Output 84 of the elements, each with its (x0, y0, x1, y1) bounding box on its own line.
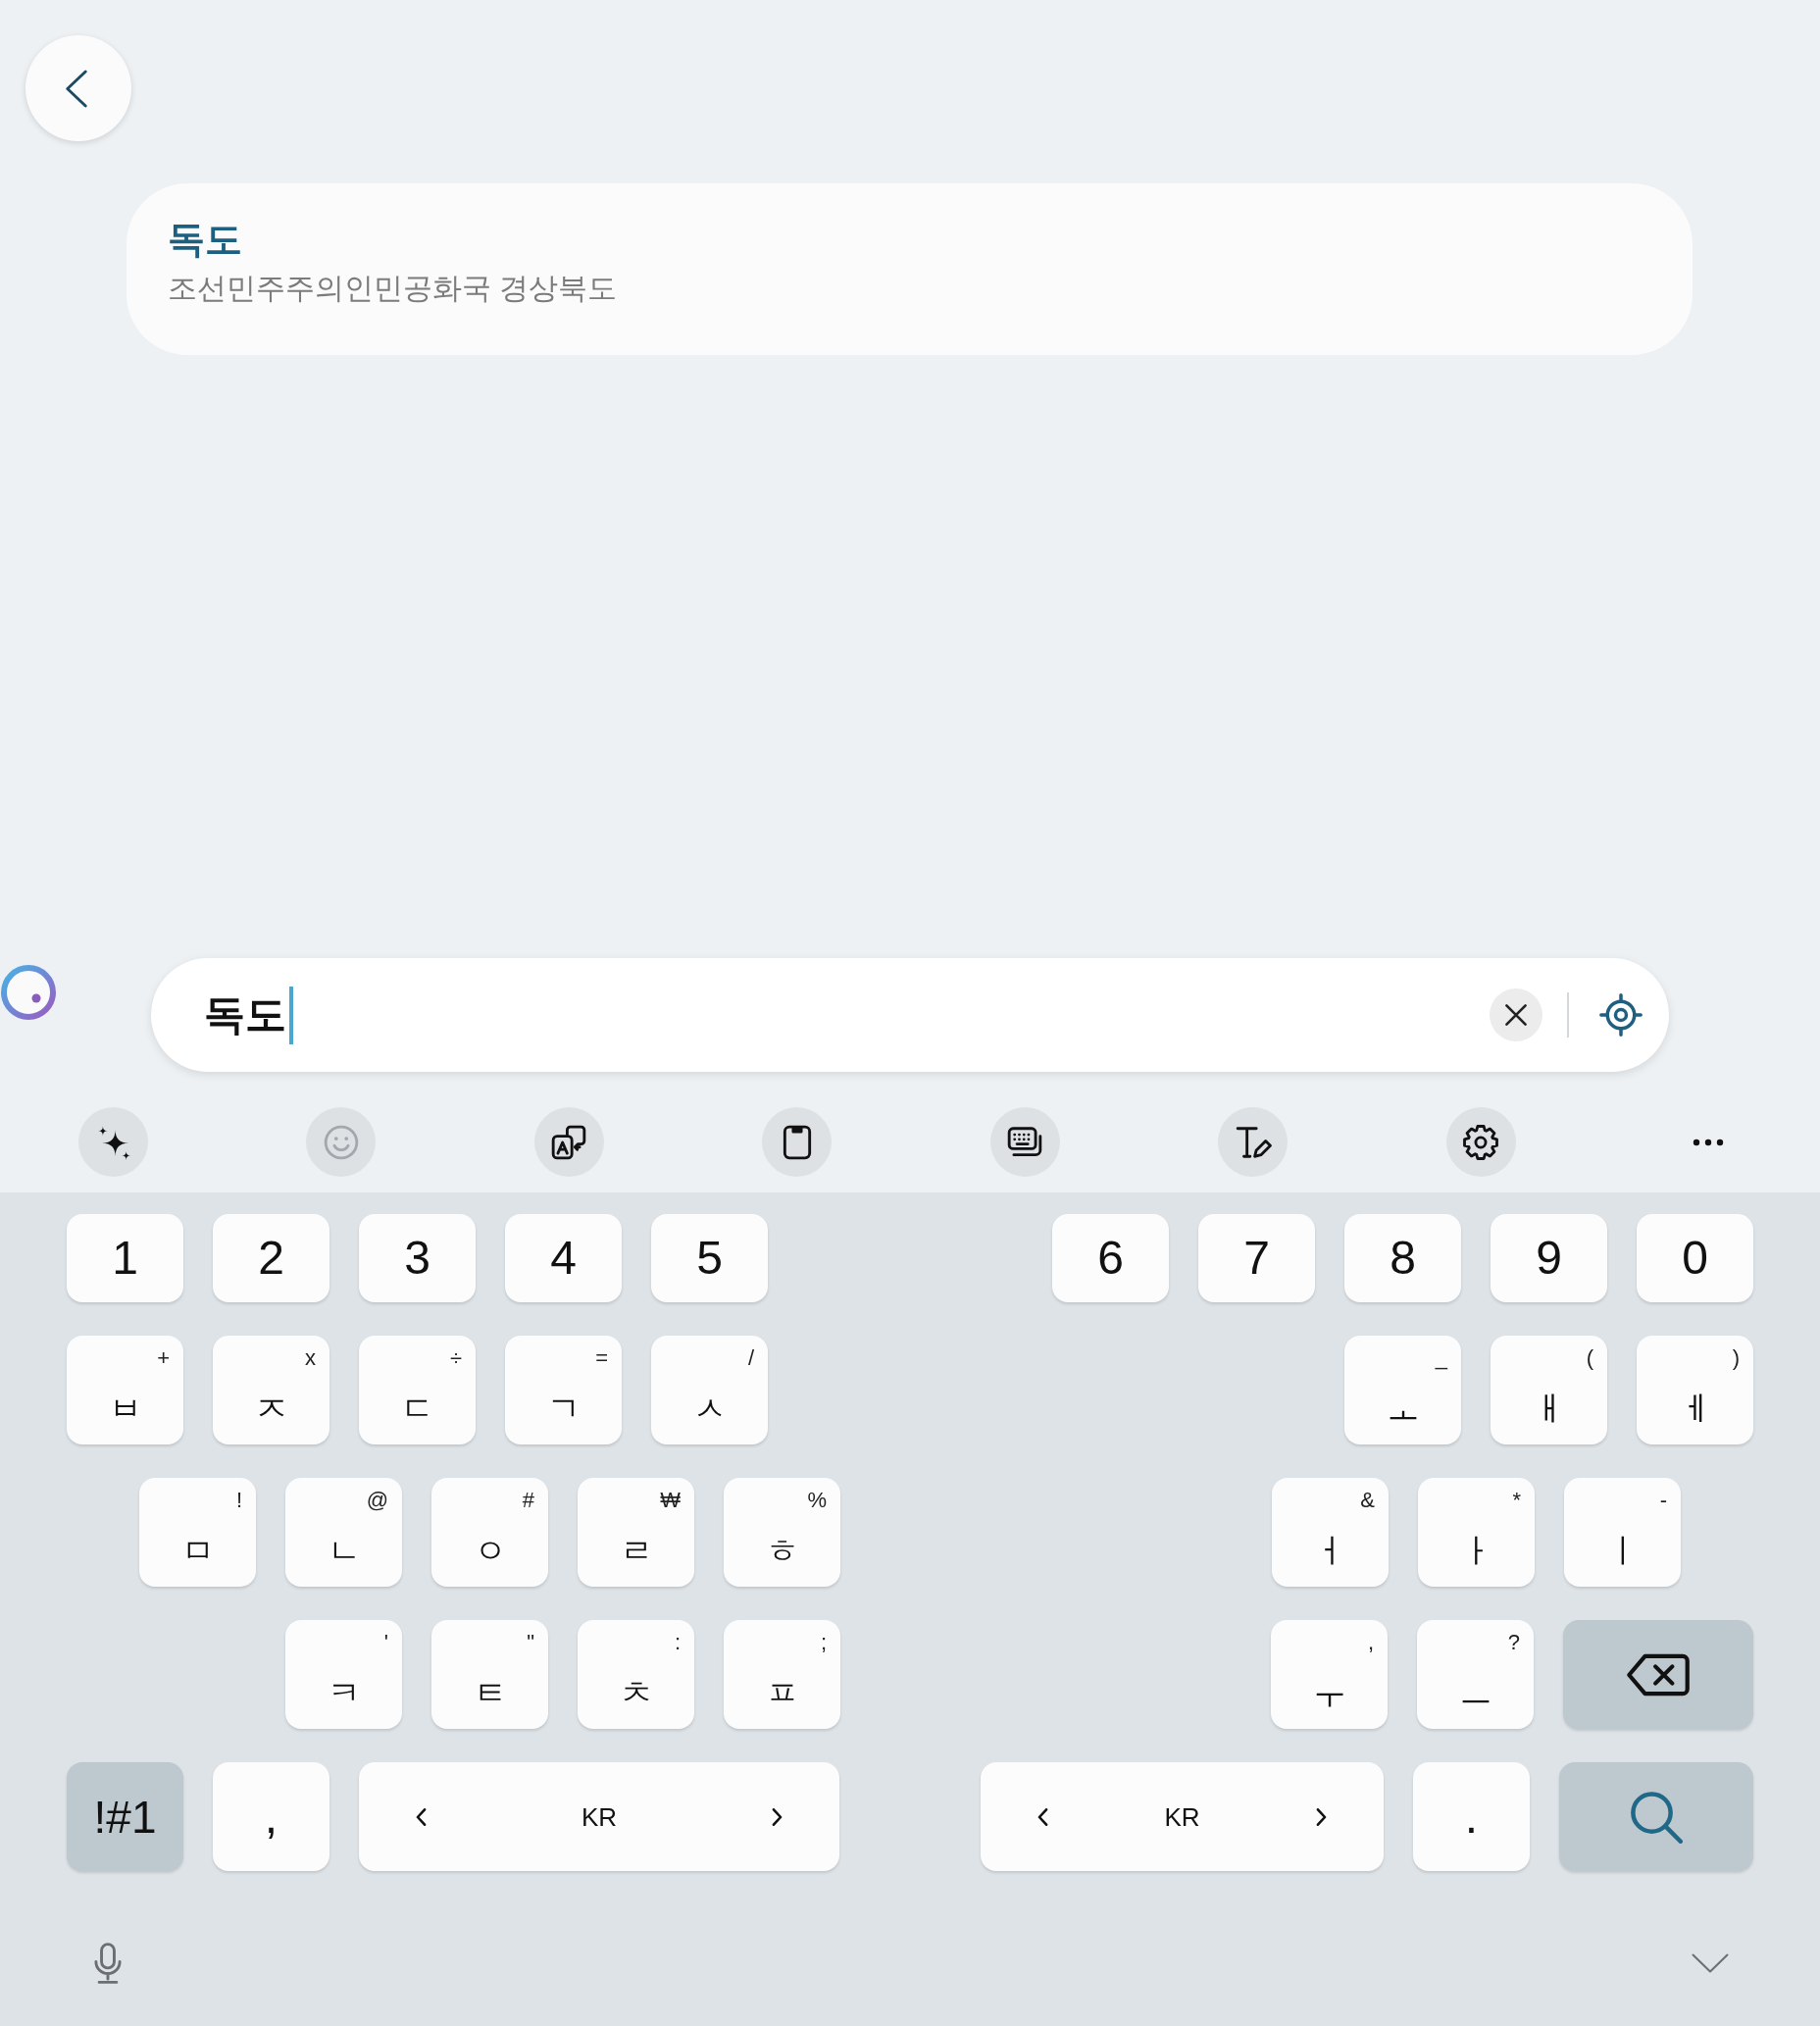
more-dots-icon (1693, 1138, 1725, 1146)
key-hint-symbol: _ (1435, 1345, 1447, 1372)
keyboard-key[interactable]: ㅊ : (578, 1620, 694, 1729)
key-hint-symbol: / (747, 1345, 754, 1372)
keyboard-key[interactable]: 2 (213, 1214, 329, 1302)
search-text: 독도 (204, 989, 286, 1039)
keyboard-key[interactable]: ㅡ ? (1417, 1620, 1534, 1729)
keyboard-key[interactable]: ㅂ + (67, 1336, 183, 1444)
key-hint-symbol: x (305, 1345, 316, 1372)
keyboard-key[interactable]: 5 (651, 1214, 768, 1302)
key-hint-symbol: % (807, 1488, 827, 1514)
keyboard-key[interactable]: 4 (505, 1214, 622, 1302)
keyboard-key[interactable]: 6 (1052, 1214, 1169, 1302)
backspace-icon (1626, 1651, 1691, 1697)
symbols-key[interactable]: !#1 (67, 1762, 183, 1871)
key-hint-symbol: ) (1732, 1345, 1740, 1372)
search-icon (1630, 1790, 1683, 1844)
key-hint-symbol: @ (366, 1488, 388, 1514)
keyboard-key[interactable]: ㅗ _ (1344, 1336, 1461, 1444)
result-address: 조선민주주의인민공화국 경상북도 (168, 270, 618, 306)
keyboard-key[interactable]: ㅌ " (431, 1620, 548, 1729)
keyboard-key[interactable]: ㅅ / (651, 1336, 768, 1444)
ring-dot-icon[interactable] (0, 964, 57, 1021)
chevron-left-icon (1037, 1807, 1048, 1826)
space-key[interactable]: KR (981, 1762, 1384, 1871)
search-result-card[interactable]: 독도 조선민주주의인민공화국 경상북도 (126, 183, 1693, 355)
keyboard-key[interactable]: ㅜ , (1271, 1620, 1388, 1729)
key-hint-symbol: ₩ (660, 1488, 681, 1514)
key-hint-symbol: ? (1507, 1630, 1520, 1656)
keyboard-key[interactable]: ㄴ @ (285, 1478, 402, 1587)
key-hint-symbol: ! (235, 1488, 242, 1514)
key-hint-symbol: * (1512, 1488, 1521, 1514)
search-field[interactable]: 독도 (151, 958, 1669, 1072)
keyboard-key[interactable]: 7 (1198, 1214, 1315, 1302)
keyboard-key[interactable]: ㄹ ₩ (578, 1478, 694, 1587)
key-hint-symbol: ; (820, 1630, 827, 1656)
key-hint-symbol: = (595, 1345, 608, 1372)
chevron-right-icon (1316, 1807, 1327, 1826)
smiley-icon (322, 1123, 360, 1161)
clear-button[interactable] (1490, 988, 1542, 1041)
keyboard-key[interactable]: 9 (1491, 1214, 1607, 1302)
chevron-left-icon (65, 68, 88, 109)
keyboard-key[interactable]: ㅁ ! (139, 1478, 256, 1587)
keyboard-key[interactable]: ㅈ x (213, 1336, 329, 1444)
locate-button[interactable] (1599, 993, 1643, 1037)
keyboard-key[interactable]: ㅇ # (431, 1478, 548, 1587)
key-hint-symbol: ( (1586, 1345, 1593, 1372)
keyboard-key[interactable]: ㅏ * (1418, 1478, 1535, 1587)
text-swap-icon (550, 1123, 588, 1161)
key-hint-symbol: ÷ (449, 1345, 462, 1372)
key-hint-symbol: : (674, 1630, 681, 1656)
key-hint-symbol: ' (383, 1630, 388, 1656)
keyboard-key[interactable]: ㄷ ÷ (359, 1336, 476, 1444)
result-title: 독도 (168, 219, 242, 262)
keyboard-key[interactable]: 8 (1344, 1214, 1461, 1302)
key-hint-symbol: - (1659, 1488, 1667, 1514)
keyboard-key[interactable]: ㅍ ; (724, 1620, 840, 1729)
key-hint-symbol: + (157, 1345, 170, 1372)
microphone-icon[interactable] (93, 1943, 123, 1984)
chevron-down-icon[interactable] (1692, 1953, 1729, 1973)
keyboard-key[interactable]: 3 (359, 1214, 476, 1302)
keyboard-key[interactable]: 1 (67, 1214, 183, 1302)
keyboard-key[interactable]: ㅓ & (1272, 1478, 1389, 1587)
close-icon (1504, 1003, 1528, 1027)
keyboard-key[interactable]: ㅋ ' (285, 1620, 402, 1729)
keyboard-key[interactable]: . (1413, 1762, 1530, 1871)
backspace-key[interactable] (1563, 1620, 1753, 1729)
chevron-left-icon (416, 1807, 427, 1826)
key-hint-symbol: & (1360, 1488, 1375, 1514)
keyboard-key[interactable]: ㄱ = (505, 1336, 622, 1444)
keyboard-key[interactable]: ㅐ ( (1491, 1336, 1607, 1444)
gear-icon (1462, 1123, 1500, 1161)
keyboard-key[interactable]: ㅣ - (1564, 1478, 1681, 1587)
keyboard-key[interactable]: 0 (1637, 1214, 1753, 1302)
keyboard-key[interactable]: , (213, 1762, 329, 1871)
crosshair-icon (1599, 993, 1643, 1037)
search-key[interactable] (1559, 1762, 1753, 1871)
key-hint-symbol: " (527, 1630, 534, 1656)
keyboard-key[interactable]: ㅎ % (724, 1478, 840, 1587)
key-hint-symbol: , (1367, 1630, 1374, 1656)
space-key[interactable]: KR (359, 1762, 839, 1871)
key-hint-symbol: # (522, 1488, 534, 1514)
keyboard-key[interactable]: ㅔ ) (1637, 1336, 1753, 1444)
chevron-right-icon (772, 1807, 783, 1826)
